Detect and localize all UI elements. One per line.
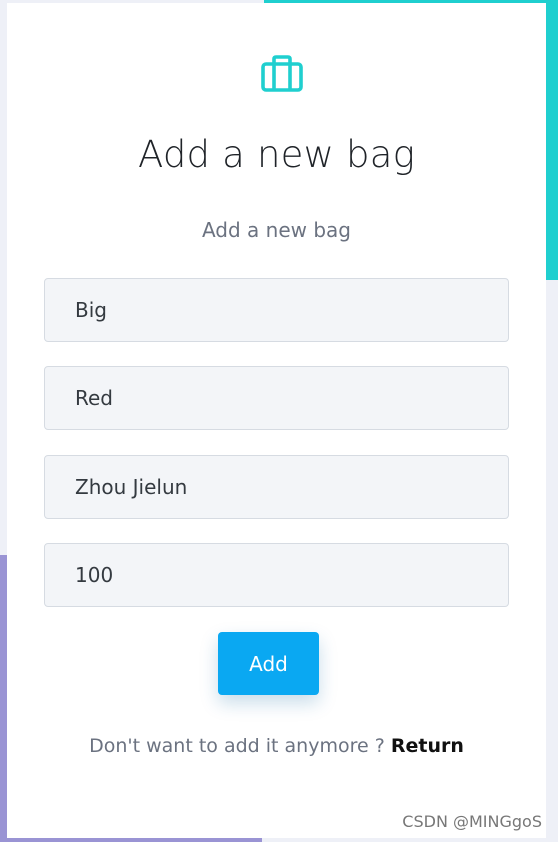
form-card: Add a new bag Add a new bag Add Don't wa… <box>7 3 546 838</box>
owner-input[interactable] <box>44 455 509 519</box>
footer-text: Don't want to add it anymore ? Return <box>7 735 546 757</box>
size-input[interactable] <box>44 278 509 342</box>
page-subtitle: Add a new bag <box>201 218 352 242</box>
return-link[interactable]: Return <box>391 735 464 757</box>
briefcase-icon <box>257 53 309 95</box>
page-title: Add a new bag <box>137 133 416 176</box>
price-input[interactable] <box>44 543 509 607</box>
watermark: CSDN @MINGgoS <box>402 812 542 831</box>
add-button[interactable]: Add <box>218 632 319 695</box>
color-input[interactable] <box>44 366 509 430</box>
footer-prompt: Don't want to add it anymore ? <box>89 735 385 757</box>
